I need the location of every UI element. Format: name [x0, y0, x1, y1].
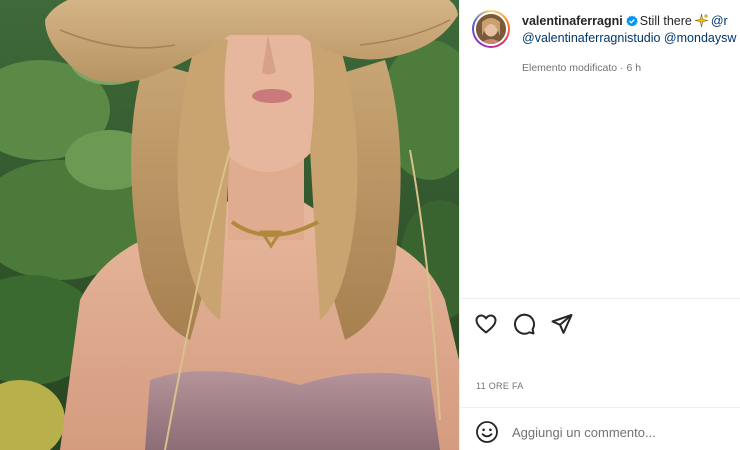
avatar: [476, 14, 506, 44]
smiley-icon: [476, 421, 498, 443]
like-button[interactable]: [474, 312, 498, 336]
divider: [460, 407, 740, 408]
avatar-ring-gap: [474, 12, 508, 46]
caption-mention-partial[interactable]: @r: [711, 14, 728, 28]
comment-button[interactable]: [512, 312, 536, 336]
caption-text: valentinaferragni Still there @r @valent…: [522, 13, 740, 47]
comment-input[interactable]: [512, 424, 732, 440]
caption-row: valentinaferragni Still there @r @valent…: [472, 8, 740, 58]
caption-mentions-line[interactable]: @valentinaferragnistudio @mondaysw: [522, 30, 740, 47]
share-icon: [551, 314, 573, 334]
post-photo-image: [0, 0, 459, 450]
edited-info: Elemento modificato · 6 h: [522, 62, 641, 74]
emoji-picker-button[interactable]: [474, 419, 500, 445]
edited-separator: ·: [620, 62, 624, 74]
author-username[interactable]: valentinaferragni: [522, 14, 623, 28]
comment-icon: [514, 313, 536, 335]
post-timestamp[interactable]: 11 ORE FA: [476, 381, 524, 391]
action-bar: [474, 311, 574, 337]
divider: [460, 298, 740, 299]
post-modal: valentinaferragni Still there @r @valent…: [0, 0, 740, 450]
edited-label: Elemento modificato: [522, 62, 618, 74]
avatar-image: [476, 14, 506, 44]
caption-body: Still there: [639, 14, 692, 28]
share-button[interactable]: [550, 312, 574, 336]
comment-composer: [474, 418, 732, 446]
verified-badge-icon: [625, 15, 638, 27]
avatar-story-ring[interactable]: [472, 10, 510, 48]
post-photo[interactable]: [0, 0, 459, 450]
sparkle-emoji-icon: [694, 14, 708, 27]
heart-icon: [475, 314, 497, 334]
post-details-panel: valentinaferragni Still there @r @valent…: [459, 0, 740, 450]
edited-age[interactable]: 6 h: [626, 62, 641, 74]
